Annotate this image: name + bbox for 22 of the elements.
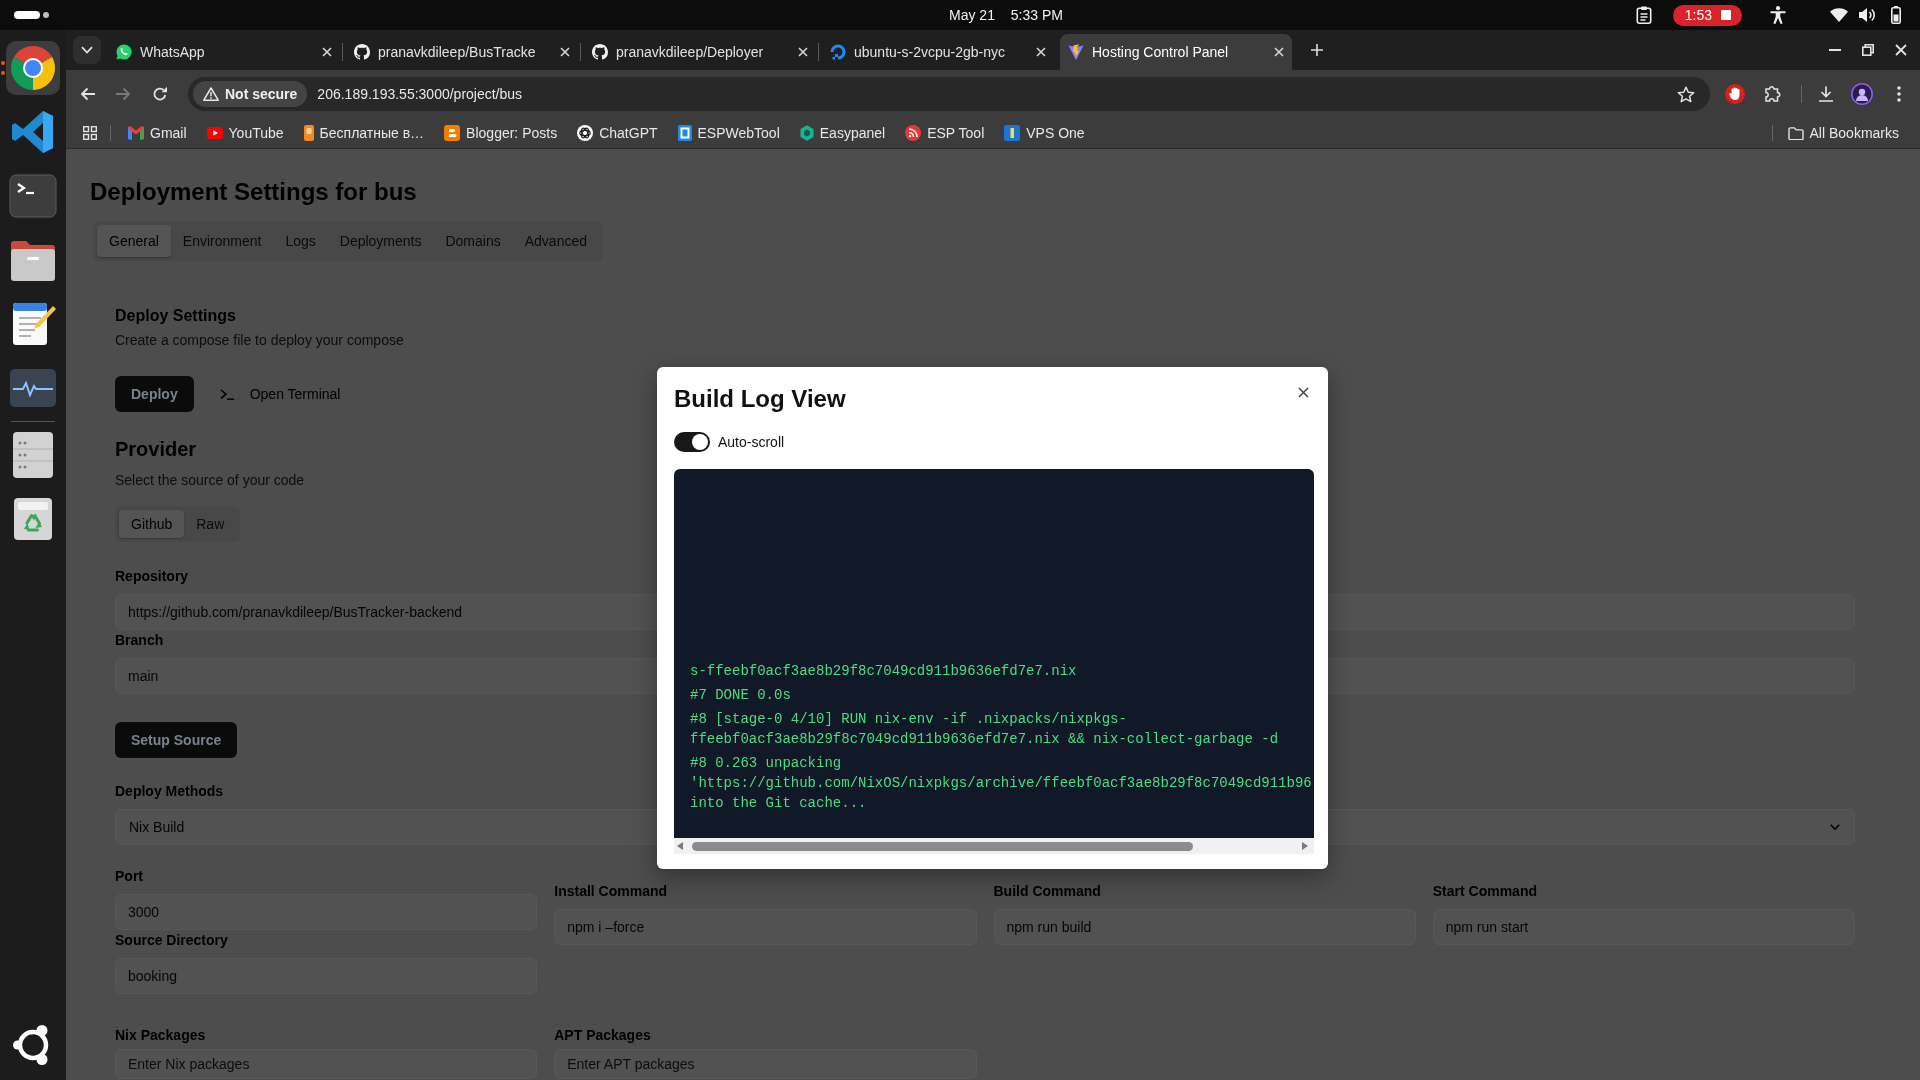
log-line: #8 0.263 unpacking 'https://github.com/NixOS/nixpkgs/archive/ffeebf0acf3ae8b29f8c7049cd911b96 into the Git cache... (690, 754, 1312, 813)
section-description: Create a compose file to deploy your compose (115, 331, 404, 350)
field-label: Source Directory (115, 931, 228, 950)
section-description: Select the source of your code (115, 471, 305, 490)
dialog-title: Build Log View (674, 384, 846, 414)
page-title: Deployment Settings for bus (90, 177, 417, 207)
log-line: s-ffeebf0acf3ae8b29f8c7049cd911b9636efd7e7.nix (690, 662, 1077, 681)
field-label: Install Command (554, 882, 668, 901)
field-label: Port (115, 867, 143, 886)
field-label: Nix Packages (115, 1026, 206, 1045)
log-line: #7 DONE 0.0s (690, 686, 791, 705)
section-heading: Deploy Settings (115, 306, 236, 326)
field-label: Repository (115, 567, 189, 586)
toggle-label: Auto-scroll (718, 433, 785, 452)
url-text: 206.189.193.55:3000/project/bus (317, 86, 523, 102)
field-label: APT Packages (554, 1026, 651, 1045)
field-label: Start Command (1432, 882, 1537, 901)
field-label: Build Command (993, 882, 1101, 901)
log-line: #8 [stage-0 4/10] RUN nix-env -if .nixpacks/nixpkgs- ffeebf0acf3ae8b29f8c7049cd911b9636efd7e7.nix && nix-collect-garbage -d (690, 710, 1279, 749)
field-label: Deploy Methods (115, 782, 224, 801)
section-heading: Provider (115, 437, 197, 462)
field-label: Branch (115, 631, 164, 650)
